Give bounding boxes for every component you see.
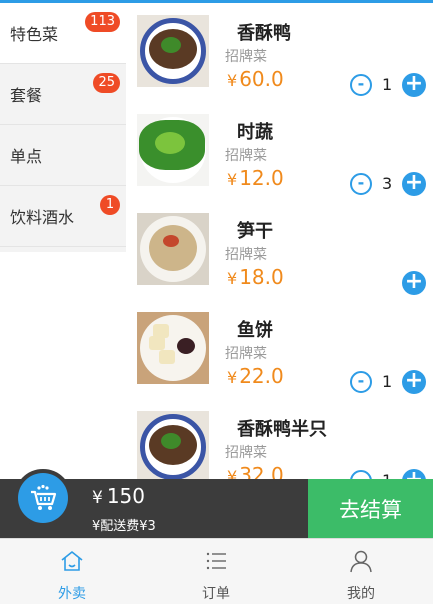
cart-button[interactable] bbox=[14, 469, 72, 527]
cart-bar: ¥150 ¥配送费¥3 去结算 bbox=[0, 469, 433, 538]
dish-price: ¥12.0 bbox=[227, 166, 284, 190]
dish-price: ¥22.0 bbox=[227, 364, 284, 388]
bottom-tab-bar: 外卖 订单 我的 bbox=[0, 538, 433, 604]
quantity-value: 3 bbox=[382, 174, 393, 193]
dish-image[interactable] bbox=[137, 411, 209, 479]
quantity-value: 1 bbox=[382, 75, 393, 94]
tab-label: 我的 bbox=[347, 586, 375, 602]
dish-image[interactable] bbox=[137, 312, 209, 384]
dish-tag: 招牌菜 bbox=[225, 49, 267, 65]
home-icon bbox=[61, 551, 83, 571]
category-sidebar: 特色菜 113 套餐 25 单点 饮料酒水 1 bbox=[0, 3, 126, 252]
category-label: 单点 bbox=[10, 147, 43, 166]
cart-total-amount: ¥150 bbox=[92, 484, 146, 508]
dish-price: ¥18.0 bbox=[227, 265, 284, 289]
decrease-quantity-button[interactable]: - bbox=[350, 74, 372, 96]
dish-image[interactable] bbox=[137, 15, 209, 87]
category-item-set-meal[interactable]: 套餐 25 bbox=[0, 64, 126, 125]
category-count-badge: 113 bbox=[85, 12, 120, 32]
dish-list[interactable]: 香酥鸭 招牌菜 ¥60.0 - 1 + 时蔬 招牌菜 ¥12.0 - 3 + 笋… bbox=[126, 3, 433, 479]
list-icon bbox=[206, 552, 226, 570]
dish-name: 香酥鸭 bbox=[237, 23, 291, 44]
decrease-quantity-button[interactable]: - bbox=[350, 470, 372, 479]
dish-item: 时蔬 招牌菜 ¥12.0 - 3 + bbox=[126, 102, 433, 201]
dish-tag: 招牌菜 bbox=[225, 148, 267, 164]
increase-quantity-button[interactable]: + bbox=[402, 370, 426, 394]
dish-item: 香酥鸭 招牌菜 ¥60.0 - 1 + bbox=[126, 3, 433, 102]
user-icon bbox=[350, 550, 372, 573]
tab-label: 订单 bbox=[202, 586, 230, 602]
dish-item: 鱼饼 招牌菜 ¥22.0 - 1 + bbox=[126, 300, 433, 399]
tab-profile[interactable]: 我的 bbox=[289, 539, 433, 604]
increase-quantity-button[interactable]: + bbox=[402, 271, 426, 295]
category-label: 套餐 bbox=[10, 86, 43, 105]
decrease-quantity-button[interactable]: - bbox=[350, 371, 372, 393]
dish-item: 笋干 招牌菜 ¥18.0 + bbox=[126, 201, 433, 300]
quantity-value: 1 bbox=[382, 471, 392, 479]
category-item-drinks[interactable]: 饮料酒水 1 bbox=[0, 186, 126, 247]
dish-image[interactable] bbox=[137, 114, 209, 186]
delivery-fee-text: ¥配送费¥3 bbox=[92, 519, 156, 534]
dish-name: 笋干 bbox=[237, 221, 273, 242]
category-item-single[interactable]: 单点 bbox=[0, 125, 126, 186]
tab-takeout[interactable]: 外卖 bbox=[0, 539, 144, 604]
increase-quantity-button[interactable]: + bbox=[402, 73, 426, 97]
increase-quantity-button[interactable]: + bbox=[402, 469, 426, 479]
dish-name: 香酥鸭半只 bbox=[237, 419, 327, 440]
checkout-button[interactable]: 去结算 bbox=[308, 479, 433, 538]
quantity-value: 1 bbox=[382, 372, 393, 391]
dish-name: 鱼饼 bbox=[237, 320, 273, 341]
category-item-specialty[interactable]: 特色菜 113 bbox=[0, 3, 126, 64]
category-count-badge: 25 bbox=[93, 73, 120, 93]
dish-tag: 招牌菜 bbox=[225, 247, 267, 263]
category-count-badge: 1 bbox=[100, 195, 120, 215]
dish-name: 时蔬 bbox=[237, 122, 273, 143]
dish-price: ¥60.0 bbox=[227, 67, 284, 91]
tab-orders[interactable]: 订单 bbox=[144, 539, 288, 604]
category-label: 特色菜 bbox=[10, 25, 59, 44]
dish-tag: 招牌菜 bbox=[225, 346, 267, 362]
dish-item: 香酥鸭半只 招牌菜 ¥32.0 - 1 + bbox=[126, 399, 433, 479]
dish-price: ¥32.0 bbox=[227, 463, 284, 479]
tab-label: 外卖 bbox=[58, 586, 86, 602]
increase-quantity-button[interactable]: + bbox=[402, 172, 426, 196]
shopping-cart-icon bbox=[18, 473, 68, 523]
category-label: 饮料酒水 bbox=[10, 208, 75, 227]
dish-tag: 招牌菜 bbox=[225, 445, 267, 461]
decrease-quantity-button[interactable]: - bbox=[350, 173, 372, 195]
dish-image[interactable] bbox=[137, 213, 209, 285]
